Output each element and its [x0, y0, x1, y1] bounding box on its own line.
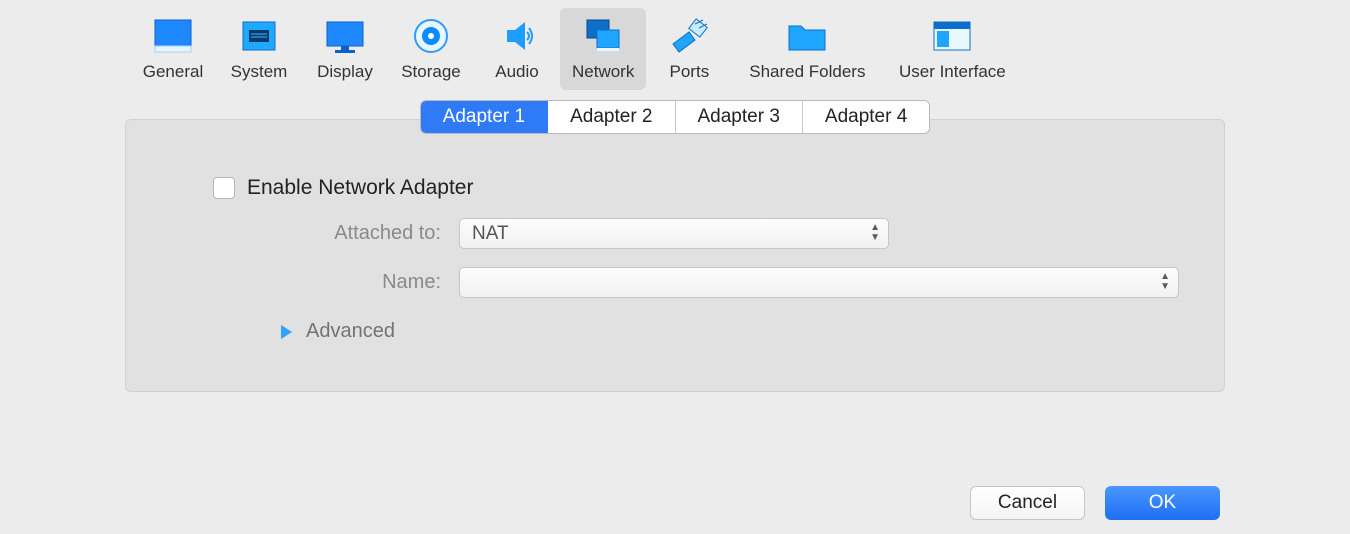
advanced-label: Advanced — [306, 320, 395, 343]
toolbar-item-display[interactable]: Display — [302, 8, 388, 90]
toolbar-label: Display — [317, 62, 373, 82]
enable-network-checkbox[interactable] — [213, 177, 235, 199]
attached-to-value: NAT — [472, 223, 509, 245]
disclosure-triangle-icon — [281, 325, 292, 339]
toolbar-label: Audio — [495, 62, 538, 82]
display-icon — [321, 12, 369, 60]
advanced-disclosure[interactable]: Advanced — [281, 320, 1189, 343]
toolbar-item-user-interface[interactable]: User Interface — [882, 8, 1022, 90]
user-interface-icon — [928, 12, 976, 60]
toolbar-item-network[interactable]: Network — [560, 8, 646, 90]
folder-icon — [783, 12, 831, 60]
settings-toolbar: General System Display — [0, 0, 1350, 90]
toolbar-label: Network — [572, 62, 634, 82]
toolbar-label: General — [143, 62, 203, 82]
tab-adapter-1[interactable]: Adapter 1 — [421, 101, 548, 133]
attached-to-label: Attached to: — [161, 222, 441, 245]
dialog-buttons: Cancel OK — [970, 486, 1220, 520]
attached-to-select[interactable]: NAT ▲▼ — [459, 218, 889, 249]
toolbar-item-storage[interactable]: Storage — [388, 8, 474, 90]
toolbar-item-ports[interactable]: Ports — [646, 8, 732, 90]
toolbar-label: Storage — [401, 62, 461, 82]
ports-icon — [665, 12, 713, 60]
tab-adapter-4[interactable]: Adapter 4 — [803, 101, 929, 133]
toolbar-label: Shared Folders — [749, 62, 865, 82]
storage-icon — [407, 12, 455, 60]
toolbar-item-general[interactable]: General — [130, 8, 216, 90]
select-stepper-icon: ▲▼ — [870, 223, 880, 243]
name-label: Name: — [161, 271, 441, 294]
toolbar-label: Ports — [670, 62, 710, 82]
tab-adapter-2[interactable]: Adapter 2 — [548, 101, 675, 133]
audio-icon — [493, 12, 541, 60]
system-icon — [235, 12, 283, 60]
toolbar-item-shared-folders[interactable]: Shared Folders — [732, 8, 882, 90]
enable-network-label: Enable Network Adapter — [247, 176, 473, 200]
toolbar-label: User Interface — [899, 62, 1006, 82]
toolbar-label: System — [231, 62, 288, 82]
network-icon — [579, 12, 627, 60]
toolbar-item-system[interactable]: System — [216, 8, 302, 90]
ok-button[interactable]: OK — [1105, 486, 1220, 520]
toolbar-item-audio[interactable]: Audio — [474, 8, 560, 90]
adapter-panel: Enable Network Adapter Attached to: NAT … — [125, 119, 1225, 392]
select-stepper-icon: ▲▼ — [1160, 272, 1170, 292]
name-select[interactable]: ▲▼ — [459, 267, 1179, 298]
tab-adapter-3[interactable]: Adapter 3 — [676, 101, 803, 133]
cancel-button[interactable]: Cancel — [970, 486, 1085, 520]
adapter-tabs: Adapter 1 Adapter 2 Adapter 3 Adapter 4 — [0, 100, 1350, 134]
general-icon — [149, 12, 197, 60]
